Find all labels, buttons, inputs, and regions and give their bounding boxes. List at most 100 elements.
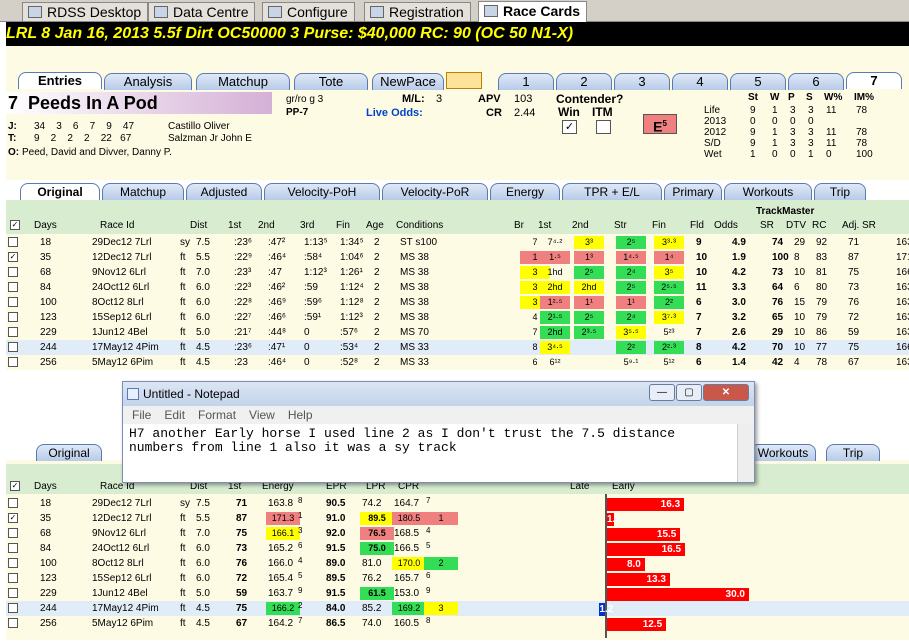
menu-format[interactable]: Format bbox=[198, 408, 236, 422]
notepad-window[interactable]: Untitled - Notepad — ▢ ✕ File Edit Format V… bbox=[122, 381, 755, 483]
row-checkbox[interactable] bbox=[8, 618, 18, 628]
notepad-titlebar[interactable]: Untitled - Notepad — ▢ ✕ bbox=[123, 382, 754, 406]
lower-tab-original[interactable]: Original bbox=[36, 444, 102, 461]
lower-row[interactable]: 18 29Dec12 7Lrl sy 7.5 71 163.8 8 90.5 74.2 164.7… bbox=[6, 496, 909, 511]
tab-horse-1[interactable]: 1 bbox=[498, 73, 554, 90]
tab-registration[interactable]: Registration bbox=[364, 2, 471, 21]
lower-row[interactable]: 100 8Oct12 8Lrl ft 6.0 76 166.0 4 89.0 81.0 170.0… bbox=[6, 556, 909, 571]
tab-race-cards[interactable]: Race Cards bbox=[478, 1, 588, 22]
race-id[interactable]: 5May12 6Pim bbox=[92, 355, 153, 370]
lower-row[interactable]: 229 1Jun12 4Bel ft 5.0 59 163.7 9 91.5 61.5 153.0… bbox=[6, 586, 909, 601]
race-id[interactable]: 17May12 4Pim bbox=[92, 340, 159, 355]
lower-row[interactable]: 123 15Sep12 6Lrl ft 6.0 72 165.4 5 89.5 76.2 165.… bbox=[6, 571, 909, 586]
tab-rdss-desktop[interactable]: RDSS Desktop bbox=[22, 2, 149, 21]
row-checkbox[interactable] bbox=[8, 282, 18, 292]
tab-analysis[interactable]: Analysis bbox=[104, 73, 192, 90]
subtab-velocity-por[interactable]: Velocity-PoR bbox=[382, 183, 488, 200]
tab-data-centre[interactable]: Data Centre bbox=[148, 2, 256, 21]
race-id[interactable]: 8Oct12 8Lrl bbox=[92, 295, 144, 310]
lower-row[interactable]: 256 5May12 6Pim ft 4.5 67 164.2 7 86.5 74.0 160.5… bbox=[6, 616, 909, 631]
subtab-adjusted[interactable]: Adjusted bbox=[186, 183, 262, 200]
row-checkbox[interactable] bbox=[8, 297, 18, 307]
pp-row[interactable]: 244 17May12 4Pim ft 4.5:23⁶:47¹ 0:53⁴ 2 MS 33 8… bbox=[6, 340, 909, 355]
row-checkbox[interactable] bbox=[8, 312, 18, 322]
menu-file[interactable]: File bbox=[132, 408, 151, 422]
row-checkbox[interactable] bbox=[8, 357, 18, 367]
row-checkbox[interactable] bbox=[8, 342, 18, 352]
pp-row[interactable]: ✓ 35 12Dec12 7Lrl ft 5.5:22⁹:46⁴:58⁴ 1:04⁶ 2 MS… bbox=[6, 250, 909, 265]
lower-row[interactable]: 84 24Oct12 6Lrl ft 6.0 73 165.2 6 91.5 75.0 166.5… bbox=[6, 541, 909, 556]
lower-tab-trip[interactable]: Trip bbox=[826, 444, 880, 461]
subtab-original[interactable]: Original bbox=[20, 183, 100, 200]
lower-select-all-checkbox[interactable]: ✓ bbox=[10, 481, 20, 491]
race-id[interactable]: 9Nov12 6Lrl bbox=[92, 265, 146, 280]
pp-row[interactable]: 84 24Oct12 6Lrl ft 6.0:22³:46²:59 1:12⁴ 2 MS 3… bbox=[6, 280, 909, 295]
tab-matchup[interactable]: Matchup bbox=[196, 73, 290, 90]
row-checkbox[interactable] bbox=[8, 588, 18, 598]
pp-row[interactable]: 18 29Dec12 7Lrl sy 7.5:23⁶:47² 1:13⁵ 1:34⁵ 2 ST… bbox=[6, 235, 909, 250]
tab-tote[interactable]: Tote bbox=[294, 73, 368, 90]
row-checkbox[interactable] bbox=[8, 558, 18, 568]
itm-checkbox[interactable] bbox=[596, 120, 611, 134]
early-bar: 1.5 bbox=[607, 513, 621, 526]
subtab-primary[interactable]: Primary bbox=[664, 183, 722, 200]
tab-horse-4[interactable]: 4 bbox=[672, 73, 728, 90]
pp-row[interactable]: 100 8Oct12 8Lrl ft 6.0:22⁸:46⁹:59⁶ 1:12⁸ 2 MS … bbox=[6, 295, 909, 310]
pp-cell: MS 38 bbox=[400, 252, 429, 263]
pp-cell: 79 bbox=[816, 312, 828, 323]
tab-horse-5[interactable]: 5 bbox=[730, 73, 786, 90]
subtab-tpr-e-l[interactable]: TPR + E/L bbox=[562, 183, 662, 200]
row-checkbox[interactable] bbox=[8, 603, 18, 613]
race-id[interactable]: 24Oct12 6Lrl bbox=[92, 280, 149, 295]
race-id[interactable]: 29Dec12 7Lrl bbox=[92, 235, 151, 250]
row-checkbox[interactable] bbox=[8, 573, 18, 583]
row-checkbox[interactable] bbox=[8, 498, 18, 508]
menu-edit[interactable]: Edit bbox=[164, 408, 185, 422]
lower-tab-workouts[interactable]: Workouts bbox=[750, 444, 816, 461]
lower-row[interactable]: ✓ 35 12Dec12 7Lrl ft 5.5 87 171.3 1 91.0 89.5 180.… bbox=[6, 511, 909, 526]
tab-horse-7[interactable]: 7 bbox=[846, 72, 902, 89]
pp-cell: 79 bbox=[816, 297, 828, 308]
subtab-trip[interactable]: Trip bbox=[814, 183, 866, 200]
lower-cell: 89.5 bbox=[360, 512, 394, 525]
minimize-button[interactable]: — bbox=[649, 384, 675, 401]
race-id[interactable]: 12Dec12 7Lrl bbox=[92, 250, 151, 265]
row-checkbox[interactable] bbox=[8, 543, 18, 553]
pp-cell: 256 bbox=[40, 357, 57, 368]
tab-newpace[interactable]: NewPace bbox=[372, 73, 444, 90]
tab-horse-6[interactable]: 6 bbox=[788, 73, 844, 90]
row-checkbox[interactable] bbox=[8, 528, 18, 538]
maximize-button[interactable]: ▢ bbox=[676, 384, 702, 401]
pp-row[interactable]: 256 5May12 6Pim ft 4.5:23:46⁴ 0:52⁸ 2 MS 33 6 6¹… bbox=[6, 355, 909, 370]
win-checkbox[interactable]: ✓ bbox=[562, 120, 577, 134]
race-id[interactable]: 1Jun12 4Bel bbox=[92, 325, 148, 340]
pp-row[interactable]: 123 15Sep12 6Lrl ft 6.0:22⁷:46⁶:59¹ 1:12³ 2 MS… bbox=[6, 310, 909, 325]
menu-view[interactable]: View bbox=[249, 408, 275, 422]
pp-row[interactable]: 229 1Jun12 4Bel ft 5.0:21⁷:44⁸ 0:57⁶ 2 MS 70 7 2… bbox=[6, 325, 909, 340]
tab-horse-2[interactable]: 2 bbox=[556, 73, 612, 90]
notepad-text-area[interactable]: H7 another Early horse I used line 2 as … bbox=[123, 424, 754, 458]
subtab-energy[interactable]: Energy bbox=[490, 183, 560, 200]
select-all-checkbox[interactable]: ✓ bbox=[10, 220, 20, 230]
race-id[interactable]: 15Sep12 6Lrl bbox=[92, 310, 152, 325]
row-checkbox[interactable]: ✓ bbox=[8, 252, 18, 262]
row-checkbox[interactable]: ✓ bbox=[8, 513, 18, 523]
menu-help[interactable]: Help bbox=[288, 408, 313, 422]
notepad-scrollbar[interactable] bbox=[737, 424, 754, 482]
flag-icon[interactable] bbox=[446, 72, 482, 89]
pp-row[interactable]: 68 9Nov12 6Lrl ft 7.0:23³:47 1:12³ 1:26¹ 2 MS 3… bbox=[6, 265, 909, 280]
record-cell: 0 bbox=[790, 149, 796, 160]
subtab-matchup[interactable]: Matchup bbox=[102, 183, 184, 200]
close-button[interactable]: ✕ bbox=[703, 384, 749, 401]
row-checkbox[interactable] bbox=[8, 237, 18, 247]
row-checkbox[interactable] bbox=[8, 327, 18, 337]
pp-cell: :47¹ bbox=[268, 342, 286, 353]
tab-entries[interactable]: Entries bbox=[18, 72, 102, 89]
subtab-workouts[interactable]: Workouts bbox=[724, 183, 812, 200]
lower-row[interactable]: 244 17May12 4Pim ft 4.5 75 166.2 2 84.0 85.2 169.… bbox=[6, 601, 909, 616]
tab-horse-3[interactable]: 3 bbox=[614, 73, 670, 90]
subtab-velocity-poh[interactable]: Velocity-PoH bbox=[264, 183, 380, 200]
lower-row[interactable]: 68 9Nov12 6Lrl ft 7.0 75 166.1 3 92.0 76.5 168.5 4 bbox=[6, 526, 909, 541]
tab-configure[interactable]: Configure bbox=[262, 2, 355, 21]
row-checkbox[interactable] bbox=[8, 267, 18, 277]
